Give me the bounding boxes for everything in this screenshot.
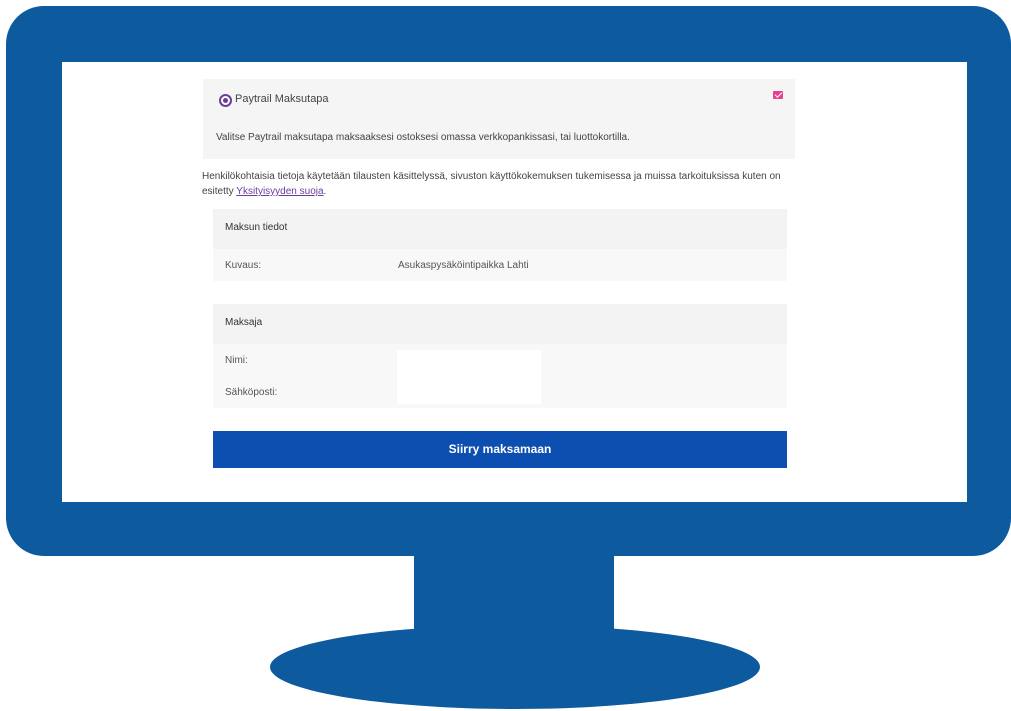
payer-header: Maksaja xyxy=(213,304,787,344)
monitor-stand-base xyxy=(270,625,760,709)
payer-title: Maksaja xyxy=(225,317,263,328)
email-label: Sähköposti: xyxy=(225,387,278,398)
description-label: Kuvaus: xyxy=(225,260,262,271)
payment-details-title: Maksun tiedot xyxy=(225,222,288,233)
monitor-screen: Paytrail Maksutapa Valitse Paytrail maks… xyxy=(62,62,967,502)
privacy-policy-link[interactable]: Yksityisyyden suoja xyxy=(236,186,323,197)
mail-icon xyxy=(773,91,783,99)
payment-details-body: Kuvaus: Asukaspysäköintipaikka Lahti xyxy=(213,249,787,281)
privacy-notice: Henkilökohtaisia tietoja käytetään tilau… xyxy=(202,169,797,199)
payer-body: Nimi: Sähköposti: xyxy=(213,344,787,408)
payment-method-label: Paytrail Maksutapa xyxy=(235,93,329,105)
proceed-to-payment-button[interactable]: Siirry maksamaan xyxy=(213,431,787,468)
payment-details-header: Maksun tiedot xyxy=(213,209,787,249)
radio-selected-icon[interactable] xyxy=(219,94,232,107)
payer-info-field[interactable] xyxy=(397,350,541,404)
payment-method-description: Valitse Paytrail maksutapa maksaaksesi o… xyxy=(216,132,630,143)
payment-method-panel[interactable]: Paytrail Maksutapa Valitse Paytrail maks… xyxy=(203,79,795,159)
name-label: Nimi: xyxy=(225,355,248,366)
privacy-notice-suffix: . xyxy=(323,186,327,197)
description-value: Asukaspysäköintipaikka Lahti xyxy=(398,260,529,271)
